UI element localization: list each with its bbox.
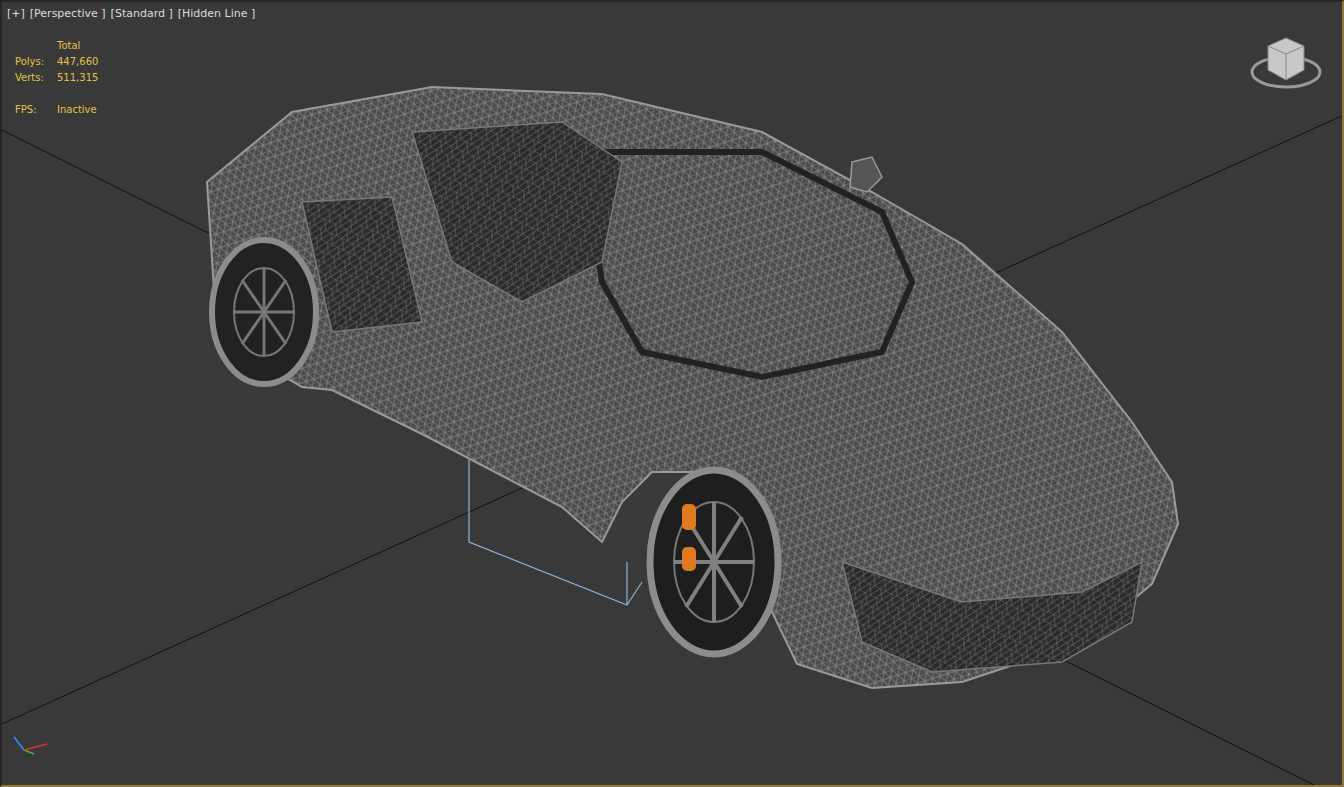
fps-value: Inactive [57, 103, 98, 117]
axis-tripod-icon [14, 737, 47, 754]
fps-label: FPS: [15, 103, 55, 117]
stats-label: Verts: [15, 71, 55, 85]
statistics-overlay: TotalPolys:447,660Verts:511,315 FPS:Inact… [15, 39, 98, 117]
stats-value: 447,660 [57, 55, 98, 69]
viewport-label[interactable]: [Standard ] [110, 7, 174, 21]
perspective-viewport[interactable]: [+][Perspective ][Standard ][Hidden Line… [0, 0, 1344, 787]
stats-header: Total [57, 39, 98, 53]
viewport-label[interactable]: [Hidden Line ] [177, 7, 257, 21]
viewcube-icon[interactable] [1252, 38, 1320, 87]
stats-label: Polys: [15, 55, 55, 69]
viewport-label[interactable]: [Perspective ] [29, 7, 107, 21]
viewport-label-menu[interactable]: [+][Perspective ][Standard ][Hidden Line… [6, 7, 256, 21]
viewport-label[interactable]: [+] [6, 7, 26, 21]
stats-value: 511,315 [57, 71, 98, 85]
car-wireframe-scene[interactable] [2, 2, 1342, 785]
stats-spacer [15, 39, 55, 53]
